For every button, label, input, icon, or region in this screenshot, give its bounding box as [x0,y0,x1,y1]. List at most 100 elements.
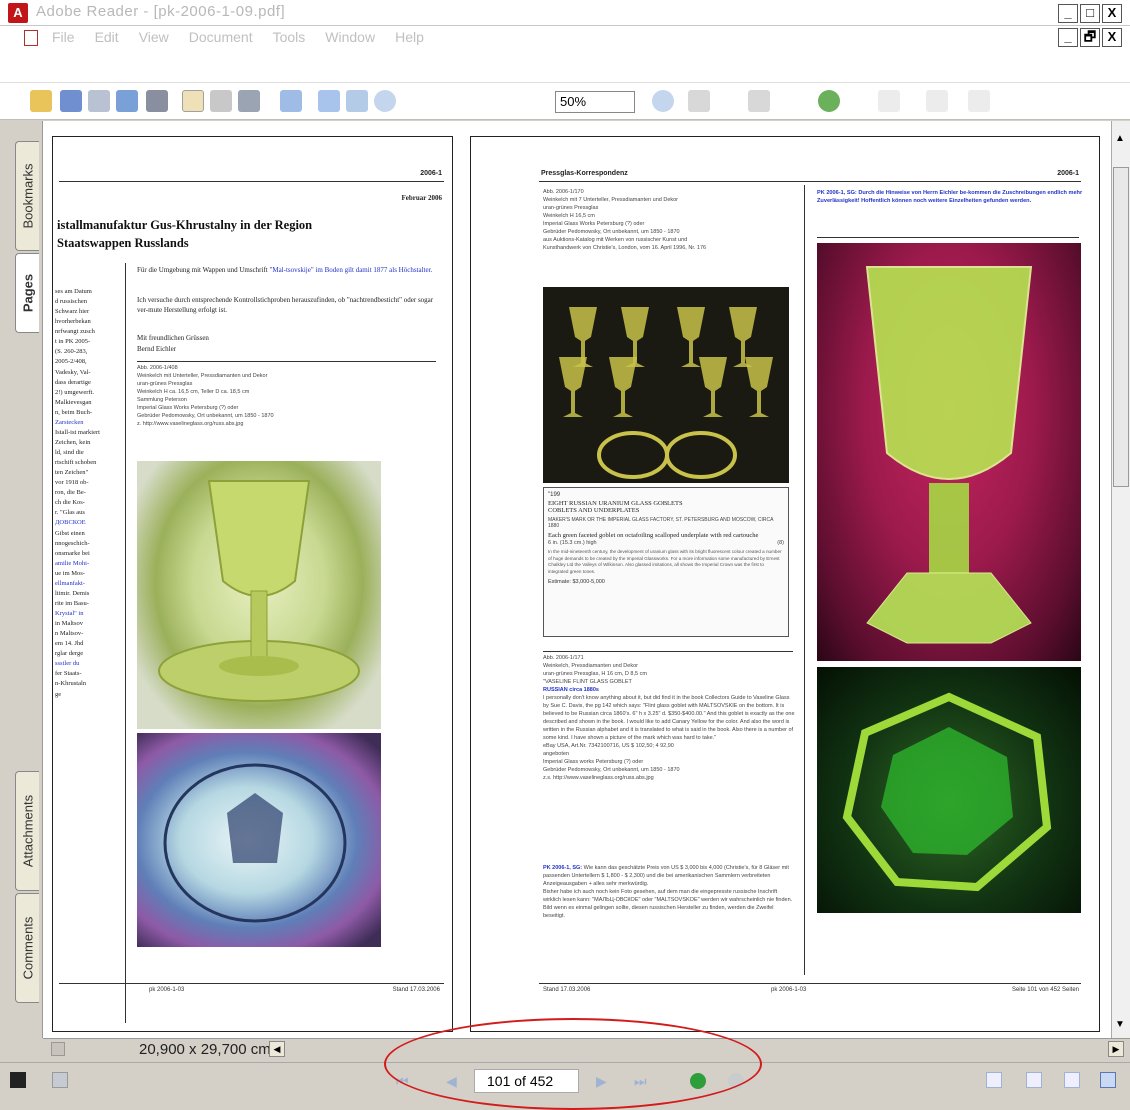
doc-restore-button[interactable]: 🗗 [1080,28,1100,47]
zoom-input[interactable]: 50% [555,91,635,113]
sign-icon[interactable] [748,90,770,112]
left-column-line: rtschift schoben [55,459,97,467]
scroll-up-arrow-icon[interactable]: ▲ [1115,133,1125,144]
save-icon[interactable] [60,90,82,112]
document-properties-icon[interactable] [52,1072,68,1088]
zoom-in-tool-icon[interactable] [280,90,302,112]
tab-bookmarks[interactable]: Bookmarks [15,141,39,251]
menu-tools[interactable]: Tools [273,29,306,45]
article-heading-line2: Staatswappen Russlands [57,236,189,250]
right-page-footer-left: Stand 17.03.2006 [543,987,591,993]
upload-icon[interactable] [968,90,990,112]
right-page-footer-mid: pk 2006-1-03 [771,987,807,993]
tab-pages[interactable]: Pages [15,253,39,333]
scroll-down-arrow-icon[interactable]: ▼ [1115,1019,1125,1030]
left-column-line: ge [55,690,62,698]
toolbar: 50% [0,82,1130,120]
left-page-footer-left: pk 2006-1-03 [149,987,185,993]
scroll-left-arrow-icon[interactable]: ◀ [269,1041,285,1057]
email-icon[interactable] [116,90,138,112]
menu-edit[interactable]: Edit [95,29,119,45]
doc-close-button[interactable]: X [1102,28,1122,47]
snapshot-icon[interactable] [238,90,260,112]
navigation-pane-toggle-icon[interactable] [10,1072,26,1088]
menu-help[interactable]: Help [395,29,424,45]
caption-171-head: Abb. 2006-1/171 Weinkelch, Pressdiamante… [543,655,647,685]
continuous-icon[interactable] [1026,1072,1042,1088]
editor-note-block: PK 2006-1, SG: Wie kann das geschätzte P… [543,865,795,921]
left-column-line: ue im Mos- [55,569,85,577]
vertical-scrollbar[interactable]: ▲ ▼ [1111,121,1130,1038]
menu-window[interactable]: Window [325,29,375,45]
russian-eagle-mark-photo [137,733,381,947]
adobe-search-icon[interactable] [878,90,900,112]
catalog-size: 6 in. (15.3 cm.) high [548,540,597,546]
goblet-shape [559,357,587,417]
rotate-icon[interactable] [688,90,710,112]
green-goblet-drawing [865,266,1033,644]
zoom-out-icon[interactable] [374,90,396,112]
left-column-line: rglar derge [55,650,84,658]
left-column-line: onsmarke bei [55,549,90,557]
left-column-line: vor 1918 ob- [55,479,89,487]
left-column-line: 2!) umgewerft. [55,388,94,396]
goblet-base-mark-photo [817,667,1081,913]
page-size-icon [51,1042,65,1056]
continuous-facing-icon[interactable] [1100,1072,1116,1088]
paragraph-2: Ich versuche durch entsprechende Kontrol… [137,296,434,315]
hand-tool-icon[interactable] [182,90,204,112]
help-icon[interactable] [818,90,840,112]
right-column-text: Für die Umgebung mit Wappen und Umschrif… [137,265,439,275]
menu-view[interactable]: View [139,29,169,45]
minimize-button[interactable]: _ [1058,4,1078,23]
right-page: Pressglas-Korrespondenz 2006-1 Abb. 2006… [470,136,1100,1032]
goblet-shape [699,357,727,417]
left-column-line: n, beim Buch- [55,408,93,416]
menu-document[interactable]: Document [189,29,253,45]
scroll-right-arrow-icon[interactable]: ▶ [1108,1041,1124,1057]
single-page-icon[interactable] [986,1072,1002,1088]
editor-blue-note: PK 2006-1, SG: Durch die Hinweise von He… [817,190,1083,205]
underplate-shape [597,431,669,479]
actual-size-icon[interactable] [318,90,340,112]
facing-icon[interactable] [1064,1072,1080,1088]
select-text-icon[interactable] [210,90,232,112]
left-column-line: r. "Glas aus [55,509,85,517]
left-column-line: ssstler du [55,660,80,668]
left-column-line: t in PK 2005- [55,338,91,346]
zoom-in-icon[interactable] [652,90,674,112]
close-button[interactable]: X [1102,4,1122,23]
left-column-line: dass derartige [55,378,91,386]
eight-goblets-photo [543,287,789,483]
right-header-rule [539,181,1081,182]
goblet-base-drawing [842,692,1052,892]
green-goblet-photo [817,243,1081,661]
left-column-text: ses am Datum d russischen Schwarz hier hvor… [55,287,121,700]
maximize-button[interactable]: □ [1080,4,1100,23]
page-size-label: 20,900 x 29,700 cm [139,1041,271,1058]
left-column-line: Vadesky, Val- [55,368,91,376]
comment-icon[interactable] [926,90,948,112]
left-column-line: hvorherbekan [55,318,91,326]
left-column-line: amilie Mohi- [55,559,90,567]
left-column-line: ltimir. Demis [55,589,90,597]
tab-attachments[interactable]: Attachments [15,771,39,891]
caption-171: Abb. 2006-1/171 Weinkelch, Pressdiamante… [543,655,795,783]
find-icon[interactable] [146,90,168,112]
right-page-footer-right: Seite 101 von 452 Seiten [1011,987,1079,993]
doc-minimize-button[interactable]: _ [1058,28,1078,47]
document-icon[interactable] [24,30,38,46]
left-column-line: ellmanfakt- [55,579,85,587]
open-icon[interactable] [30,90,52,112]
menu-file[interactable]: File [52,29,75,45]
catalog-description: Each green faceted goblet on octafoiling… [548,532,759,539]
print-icon[interactable] [88,90,110,112]
left-column-line: 2005-2/408, [55,358,87,366]
toolbar-spacer [0,50,1130,82]
figure-caption: Abb. 2006-1/408 Weinkelch mit Untertelle… [137,365,274,427]
eagle-mark-drawing [163,763,347,923]
fit-page-icon[interactable] [346,90,368,112]
vertical-scroll-thumb[interactable] [1113,167,1129,487]
tab-comments[interactable]: Comments [15,893,39,1003]
catalog-subtitle: MAKER'S MARK OR THE IMPERIAL GLASS FACTO… [548,517,774,529]
